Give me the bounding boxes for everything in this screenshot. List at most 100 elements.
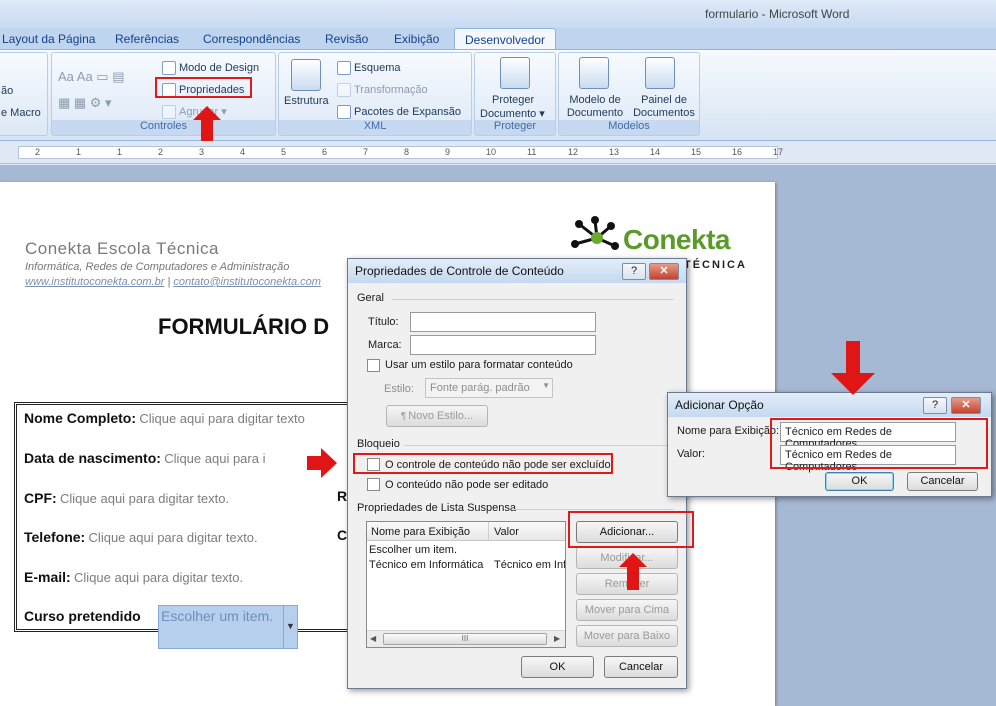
tab-layout[interactable]: Layout da Página bbox=[2, 32, 95, 46]
tab-referencias[interactable]: Referências bbox=[115, 32, 179, 46]
scroll-thumb[interactable]: III bbox=[383, 633, 547, 645]
titulo-input[interactable] bbox=[410, 312, 596, 332]
email-link[interactable]: contato@institutoconekta.com bbox=[173, 276, 321, 288]
package-icon bbox=[337, 105, 351, 119]
modelos-group-label: Modelos bbox=[559, 120, 699, 135]
field-curso-label: Curso pretendido bbox=[24, 608, 141, 624]
help-button[interactable]: ? bbox=[622, 263, 646, 280]
col-divider bbox=[488, 522, 489, 541]
controles-group-label: Controles bbox=[52, 120, 275, 135]
lista-table[interactable]: Nome para Exibição Valor Escolher um ite… bbox=[366, 521, 566, 648]
estilo-label: Estilo: bbox=[384, 383, 414, 395]
arrow-right-checkbox bbox=[321, 448, 337, 478]
add-cancel-button[interactable]: Cancelar bbox=[907, 472, 978, 491]
marca-input[interactable] bbox=[410, 335, 596, 355]
nao-excluido-highlight bbox=[353, 453, 613, 474]
window-title: formulario - Microsoft Word bbox=[705, 7, 850, 21]
row-nome: Escolher um item. bbox=[369, 544, 458, 556]
ruler-number: 10 bbox=[486, 147, 497, 157]
add-dialog-title: Adicionar Opção bbox=[675, 398, 764, 412]
table-row[interactable]: Escolher um item. bbox=[369, 544, 565, 558]
lista-section: Propriedades de Lista Suspensa bbox=[357, 502, 516, 514]
transformacao-label: Transformação bbox=[354, 83, 428, 96]
field-nome-label: Nome Completo: bbox=[24, 410, 136, 426]
ribbon-fragment-2[interactable]: e Macro bbox=[1, 107, 41, 119]
proteger-button-line1[interactable]: Proteger bbox=[492, 94, 534, 106]
tab-exibicao[interactable]: Exibição bbox=[394, 32, 439, 46]
modo-design-button[interactable]: Modo de Design bbox=[162, 61, 259, 75]
table-row[interactable]: Técnico em Informática Técnico em Inf bbox=[369, 559, 565, 573]
close-button[interactable]: ✕ bbox=[649, 263, 679, 280]
modelo-documento-button[interactable]: Modelo de Documento bbox=[566, 94, 624, 120]
group-xml: Estrutura Esquema Transformação Pacotes … bbox=[278, 52, 472, 136]
mover-cima-button[interactable]: Mover para Cima bbox=[576, 599, 678, 621]
ruler-number: 15 bbox=[691, 147, 702, 157]
field-cpf-input[interactable]: Clique aqui para digitar texto. bbox=[60, 491, 229, 506]
novo-estilo-button[interactable]: ¶ Novo Estilo... bbox=[386, 405, 488, 427]
chevron-down-icon: ▼ bbox=[542, 381, 550, 390]
estilo-select[interactable]: Fonte parág. padrão ▼ bbox=[425, 378, 553, 398]
transform-icon bbox=[337, 83, 351, 97]
estrutura-button[interactable]: Estrutura bbox=[284, 95, 329, 107]
arrow-up-stem-propriedades bbox=[201, 120, 213, 142]
pacotes-label: Pacotes de Expansão bbox=[354, 105, 462, 118]
nome-exibicao-label: Nome para Exibição: bbox=[677, 425, 780, 437]
tab-desenvolvedor[interactable]: Desenvolvedor bbox=[454, 28, 557, 51]
pacotes-button[interactable]: Pacotes de Expansão bbox=[337, 105, 461, 119]
field-telefone: Telefone: Clique aqui para digitar texto… bbox=[24, 529, 258, 545]
group-codigo: ão e Macro bbox=[0, 52, 48, 136]
text-control-icons[interactable]: Aa Aa ▭ ▤ bbox=[58, 69, 125, 85]
add-close-button[interactable]: ✕ bbox=[951, 397, 981, 414]
field-nascimento-input[interactable]: Clique aqui para i bbox=[164, 451, 265, 466]
scroll-left-icon[interactable]: ◀ bbox=[370, 634, 376, 643]
row-valor: Técnico em Inf bbox=[494, 559, 565, 571]
proteger-button-line2[interactable]: Documento ▾ bbox=[480, 107, 545, 120]
field-email: E-mail: Clique aqui para digitar texto. bbox=[24, 569, 243, 585]
esquema-button[interactable]: Esquema bbox=[337, 61, 400, 75]
field-telefone-input[interactable]: Clique aqui para digitar texto. bbox=[89, 530, 258, 545]
horizontal-ruler[interactable]: 2 1 1 2 3 4 5 6 7 8 9 10 11 12 13 14 15 16 17 bbox=[0, 141, 996, 164]
modo-design-label: Modo de Design bbox=[179, 61, 260, 74]
estrutura-icon bbox=[291, 59, 321, 91]
lista-header: Nome para Exibição Valor bbox=[367, 522, 565, 541]
ribbon-fragment-1[interactable]: ão bbox=[1, 85, 13, 97]
scroll-right-icon[interactable]: ▶ bbox=[554, 634, 560, 643]
add-ok-button[interactable]: OK bbox=[825, 472, 894, 491]
ruler-number: 9 bbox=[445, 147, 451, 157]
col-valor-header[interactable]: Valor bbox=[494, 526, 519, 538]
col-nome-header[interactable]: Nome para Exibição bbox=[371, 526, 470, 538]
arrow-down-add bbox=[831, 373, 875, 395]
add-help-button[interactable]: ? bbox=[923, 397, 947, 414]
curso-dropdown[interactable]: Escolher um item. ▼ bbox=[158, 605, 298, 649]
estilo-select-value: Fonte parág. padrão bbox=[430, 382, 530, 394]
usar-estilo-checkbox[interactable] bbox=[367, 359, 380, 372]
lock-document-icon bbox=[500, 57, 530, 89]
painel-documentos-button[interactable]: Painel de Documentos bbox=[631, 94, 697, 120]
mover-baixo-button[interactable]: Mover para Baixo bbox=[576, 625, 678, 647]
other-control-icons[interactable]: ▦ ▦ ⚙ ▾ bbox=[58, 95, 112, 111]
tab-correspondencias[interactable]: Correspondências bbox=[203, 32, 300, 46]
nao-editado-checkbox[interactable] bbox=[367, 478, 380, 491]
nao-editado-label: O conteúdo não pode ser editado bbox=[385, 479, 549, 491]
novo-estilo-label: Novo Estilo... bbox=[408, 410, 474, 422]
cancel-button[interactable]: Cancelar bbox=[604, 656, 678, 678]
field-cpf: CPF: Clique aqui para digitar texto. bbox=[24, 490, 229, 506]
field-email-input[interactable]: Clique aqui para digitar texto. bbox=[74, 570, 243, 585]
transformacao-button[interactable]: Transformação bbox=[337, 83, 428, 97]
field-telefone-label: Telefone: bbox=[24, 529, 86, 545]
chevron-down-icon[interactable]: ▼ bbox=[283, 606, 297, 648]
ok-button[interactable]: OK bbox=[521, 656, 594, 678]
ruler-number: 1 bbox=[117, 147, 123, 157]
document-panel-icon bbox=[645, 57, 675, 89]
field-cpf-label: CPF: bbox=[24, 490, 57, 506]
field-nome-input[interactable]: Clique aqui para digitar texto bbox=[139, 411, 305, 426]
document-template-icon bbox=[579, 57, 609, 89]
ruler-number: 4 bbox=[240, 147, 246, 157]
horizontal-scrollbar[interactable]: ◀ III ▶ bbox=[367, 630, 565, 647]
group-proteger: Proteger Documento ▾ Proteger bbox=[474, 52, 556, 136]
ruler-number: 16 bbox=[732, 147, 743, 157]
group-modelos: Modelo de Documento Painel de Documentos… bbox=[558, 52, 700, 136]
group-icon bbox=[162, 105, 176, 120]
tab-revisao[interactable]: Revisão bbox=[325, 32, 368, 46]
website-link[interactable]: www.institutoconekta.com.br bbox=[25, 276, 164, 288]
